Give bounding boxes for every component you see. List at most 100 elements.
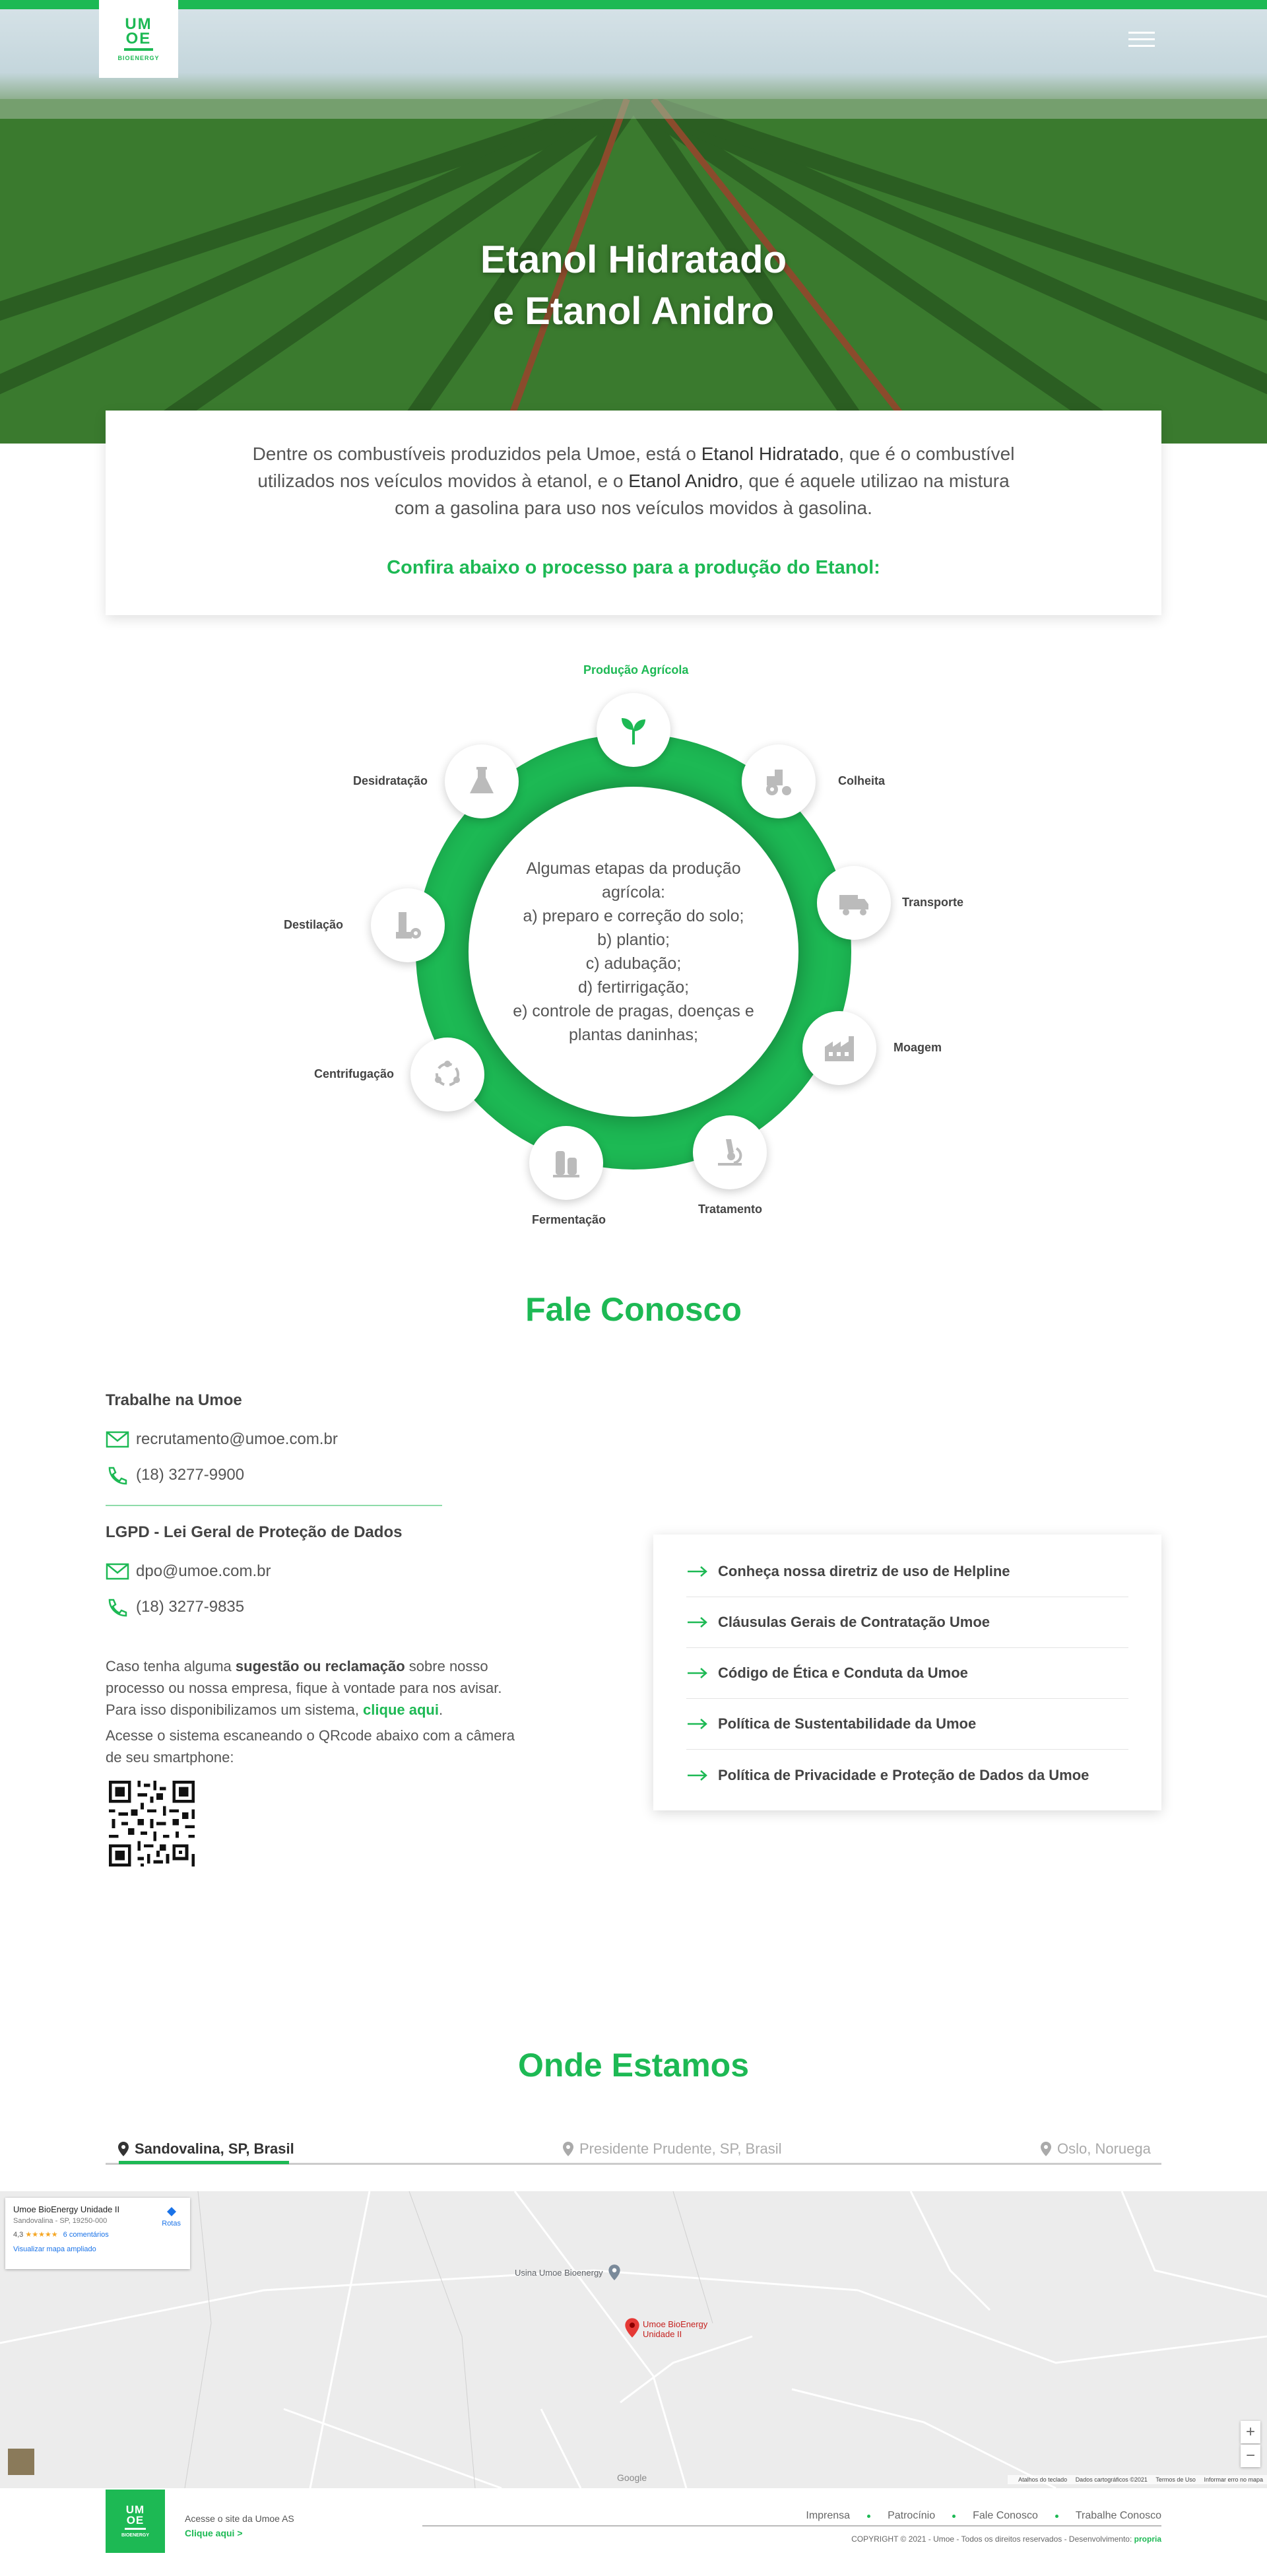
site-logo[interactable]: UM OE BIOENERGY [99, 0, 178, 78]
phone-icon [108, 1599, 127, 1617]
page-title: Etanol Hidratado e Etanol Anidro [0, 234, 1267, 337]
footer-site-link[interactable]: Clique aqui > [185, 2528, 243, 2538]
factory-icon [825, 1036, 854, 1061]
step-fermentacao[interactable] [529, 1126, 603, 1200]
step-desidratacao[interactable] [445, 744, 519, 818]
cycle-item: c) adubação; [585, 954, 682, 973]
logo-wordmark: UM OE [125, 15, 152, 48]
qr-instructions: Acesse o sistema escaneando o QRcode aba… [106, 1727, 515, 1766]
step-label-centrifugacao: Centrifugação [314, 1067, 395, 1080]
map-place-pin-icon [608, 2264, 620, 2280]
policy-links-card: Conheça nossa diretriz de uso de Helplin… [653, 1535, 1161, 1810]
tab-sandovalina[interactable]: Sandovalina, SP, Brasil [117, 2137, 294, 2161]
terms-link[interactable]: Termos de Uso [1155, 2476, 1196, 2483]
top-accent-bar [0, 0, 1267, 9]
logo-bar [124, 48, 153, 51]
link-clausulas[interactable]: Cláusulas Gerais de Contratação Umoe [686, 1597, 1128, 1648]
map-place-title: Umoe BioEnergy Unidade II [13, 2204, 120, 2214]
arrow-right-icon [688, 1668, 707, 1678]
footer-nav-patrocinio[interactable]: Patrocínio [888, 2510, 935, 2522]
still-icon [396, 912, 421, 939]
lgpd-phone[interactable]: (18) 3277-9835 [106, 1596, 515, 1618]
hero-banner [0, 0, 1267, 444]
location-section-title: Onde Estamos [517, 2047, 750, 2084]
nav-separator [867, 2514, 871, 2518]
cycle-center-title: Algumas etapas da produção agrícola: [526, 859, 741, 902]
tab-oslo[interactable]: Oslo, Noruega [1040, 2137, 1151, 2161]
footer-site-text: Acesse o site da Umoe AS [185, 2513, 294, 2524]
step-label-moagem: Moagem [893, 1041, 942, 1054]
intro-card: Dentre os combustíveis produzidos pela U… [106, 411, 1161, 615]
step-centrifugacao[interactable] [410, 1038, 484, 1111]
footer-logo-subtitle: BIOENERGY [121, 2533, 149, 2538]
map-attribution: Atalhos do teclado Dados cartográficos ©… [1008, 2475, 1267, 2484]
hamburger-menu-icon[interactable] [1128, 32, 1155, 51]
footer-logo-bar [125, 2528, 146, 2530]
embedded-map[interactable]: Umoe BioEnergy Unidade II Sandovalina - … [0, 2191, 1267, 2488]
link-label: Política de Privacidade e Proteção de Da… [718, 1766, 1089, 1783]
step-moagem[interactable] [802, 1011, 876, 1085]
map-place-usina[interactable]: Usina Umoe Bioenergy [515, 2268, 603, 2278]
contact-section-title: Fale Conosco [525, 1291, 742, 1328]
term-etanol-hidratado: Etanol Hidratado [701, 444, 839, 464]
map-enlarge-link[interactable]: Visualizar mapa ampliado [13, 2245, 182, 2253]
footer-site-link-block: Acesse o site da Umoe AS Clique aqui > [185, 2511, 294, 2540]
step-colheita[interactable] [742, 744, 816, 818]
map-pin-icon [1041, 2142, 1051, 2156]
arrow-right-icon [688, 1719, 707, 1729]
map-rating: 4,3 ★★★★★ 6 comentários [13, 2231, 109, 2239]
step-tratamento[interactable] [693, 1115, 767, 1189]
production-cycle: Algumas etapas da produção agrícola: a) … [0, 653, 1267, 1247]
work-email[interactable]: recrutamento@umoe.com.br [106, 1428, 515, 1451]
step-producao-agricola[interactable] [597, 693, 670, 767]
report-error-link[interactable]: Informar erro no mapa [1204, 2476, 1263, 2483]
developer-logo[interactable]: propria [1134, 2534, 1161, 2544]
footer-nav-trabalhe-conosco[interactable]: Trabalhe Conosco [1076, 2510, 1161, 2522]
map-pin-icon [563, 2142, 573, 2156]
cycle-icon [435, 1061, 460, 1086]
zoom-in-button[interactable]: + [1241, 2421, 1260, 2443]
step-label-transporte: Transporte [902, 896, 964, 909]
footer-nav: Imprensa Patrocínio Fale Conosco Trabalh… [422, 2507, 1161, 2526]
lgpd-title: LGPD - Lei Geral de Proteção de Dados [106, 1523, 403, 1541]
link-sustentabilidade[interactable]: Política de Sustentabilidade da Umoe [686, 1699, 1128, 1750]
rating-stars-icon: ★★★★★ [25, 2231, 58, 2239]
work-phone[interactable]: (18) 3277-9900 [106, 1464, 515, 1486]
map-directions-button[interactable]: Rotas [162, 2206, 181, 2228]
logo-subtitle: BIOENERGY [117, 54, 160, 61]
contact-divider [106, 1505, 442, 1506]
feedback-link[interactable]: clique aqui [363, 1701, 439, 1718]
footer: UM OE BIOENERGY Acesse o site da Umoe AS … [0, 2488, 1267, 2576]
step-transporte[interactable] [817, 866, 891, 940]
work-title: Trabalhe na Umoe [106, 1391, 242, 1409]
directions-icon [166, 2207, 176, 2216]
map-marker-icon[interactable] [624, 2317, 640, 2339]
cycle-center: Algumas etapas da produção agrícola: a) … [469, 787, 798, 1117]
keyboard-shortcuts-link[interactable]: Atalhos do teclado [1018, 2476, 1067, 2483]
qr-code[interactable] [106, 1777, 198, 1870]
step-destilacao[interactable] [371, 888, 445, 962]
map-reviews-link[interactable]: 6 comentários [63, 2231, 109, 2239]
footer-nav-fale-conosco[interactable]: Fale Conosco [973, 2510, 1038, 2522]
tab-label: Sandovalina, SP, Brasil [135, 2140, 294, 2157]
link-label: Cláusulas Gerais de Contratação Umoe [718, 1614, 991, 1630]
mail-icon [106, 1431, 129, 1448]
footer-nav-imprensa[interactable]: Imprensa [806, 2510, 850, 2522]
footer-copyright: COPYRIGHT © 2021 - Umoe - Todos os direi… [851, 2534, 1161, 2544]
google-logo: Google [617, 2472, 647, 2483]
link-privacidade[interactable]: Política de Privacidade e Proteção de Da… [686, 1750, 1128, 1800]
work-email-text: recrutamento@umoe.com.br [136, 1430, 338, 1448]
footer-logo[interactable]: UM OE BIOENERGY [106, 2490, 165, 2553]
tab-presidente-prudente[interactable]: Presidente Prudente, SP, Brasil [562, 2137, 782, 2161]
step-label-destilacao: Destilação [284, 918, 344, 931]
zoom-out-button[interactable]: − [1241, 2445, 1260, 2467]
lgpd-email[interactable]: dpo@umoe.com.br [106, 1560, 515, 1583]
link-codigo-etica[interactable]: Código de Ética e Conduta da Umoe [686, 1648, 1128, 1699]
link-helpline[interactable]: Conheça nossa diretriz de uso de Helplin… [686, 1546, 1128, 1597]
cycle-item: d) fertirrigação; [577, 978, 690, 997]
street-view-icon[interactable] [8, 2449, 34, 2475]
page-title-line2: e Etanol Anidro [492, 290, 775, 333]
step-label-producao-agricola: Produção Agrícola [583, 663, 689, 677]
step-label-fermentacao: Fermentação [532, 1213, 606, 1226]
map-place-address: Sandovalina - SP, 19250-000 [13, 2217, 108, 2225]
